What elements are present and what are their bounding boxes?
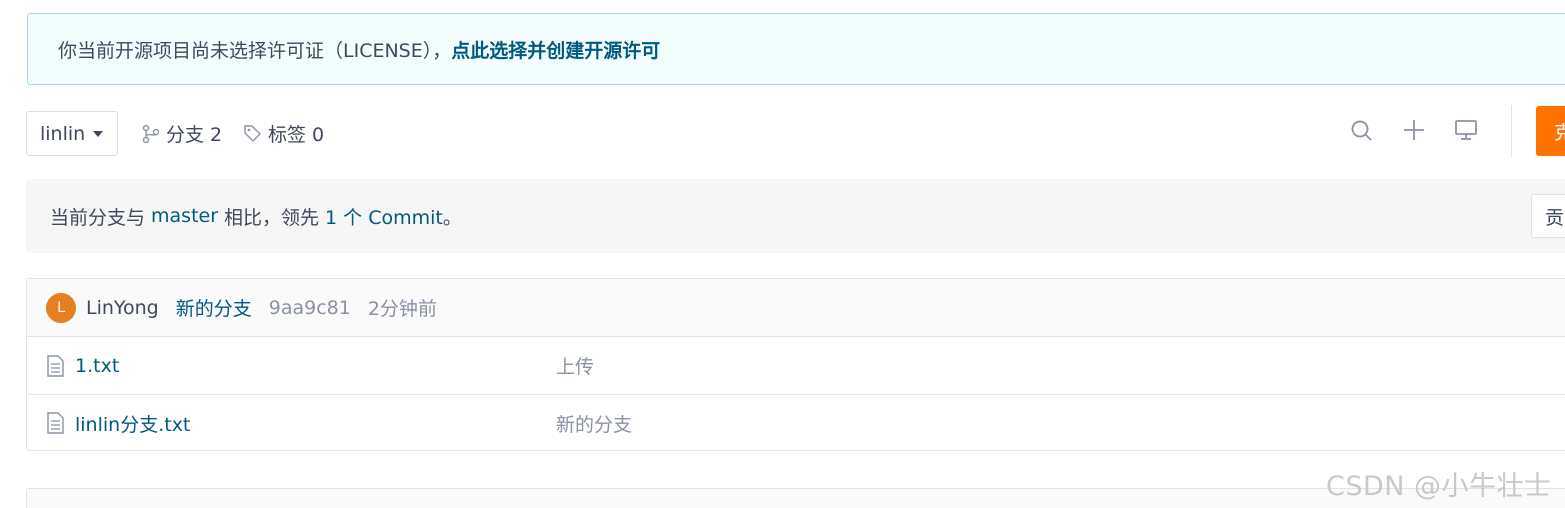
branches-count: 分支 2 [166,124,223,146]
contribute-label: 贡 [1545,206,1565,229]
compare-prefix: 当前分支与 [50,206,146,229]
branches-link[interactable]: 分支 2 [142,120,222,147]
create-license-link[interactable]: 点此选择并创建开源许可 [451,36,660,63]
commit-time: 2分钟前 [367,298,437,320]
license-notice: 你当前开源项目尚未选择许可证（LICENSE）， 点此选择并创建开源许可 [27,13,1565,85]
file-name[interactable]: linlin分支.txt [75,410,190,437]
latest-commit-row: L LinYong 新的分支 9aa9c81 2分钟前 [27,279,1565,337]
watermark: CSDN @小牛壮士 [1326,471,1552,502]
monitor-icon[interactable] [1454,119,1478,141]
contribute-button[interactable]: 贡 [1531,194,1565,238]
compare-ahead-commits[interactable]: 1 个 Commit [325,203,443,230]
file-icon [47,412,64,434]
branch-select[interactable]: linlin [26,111,118,156]
clone-download-label: 克 [1554,121,1565,144]
caret-down-icon [93,130,104,137]
list-item: 1.txt 上传 [27,337,1565,394]
file-list: L LinYong 新的分支 9aa9c81 2分钟前 1.txt 上传 lin… [26,278,1565,451]
clone-download-button[interactable]: 克 [1536,106,1565,156]
license-notice-text: 你当前开源项目尚未选择许可证（LICENSE）， [58,39,452,62]
repo-toolbar: linlin 分支 2 标签 0 克 [26,105,1565,157]
avatar[interactable]: L [46,292,76,323]
commit-author[interactable]: LinYong [86,297,159,319]
tags-count: 标签 0 [268,124,325,146]
branch-select-value: linlin [40,122,86,145]
compare-suffix: 。 [442,206,462,229]
search-icon[interactable] [1350,119,1374,143]
plus-icon[interactable] [1403,119,1425,141]
compare-base-branch: master [151,205,219,227]
commit-sha[interactable]: 9aa9c81 [269,297,351,319]
toolbar-divider [1511,105,1512,157]
avatar-letter: L [57,299,65,316]
compare-middle: 相比，领先 [224,206,320,229]
file-name[interactable]: 1.txt [75,355,119,377]
file-commit-message[interactable]: 上传 [556,352,594,379]
tag-icon [244,125,261,142]
file-icon [47,354,64,377]
branch-icon [142,124,160,143]
tags-link[interactable]: 标签 0 [243,120,324,147]
commit-message[interactable]: 新的分支 [176,294,252,321]
file-commit-message[interactable]: 新的分支 [556,410,632,437]
branch-compare-banner: 当前分支与 master 相比，领先 1 个 Commit 。 贡 [26,179,1565,253]
list-item: linlin分支.txt 新的分支 [27,394,1565,451]
